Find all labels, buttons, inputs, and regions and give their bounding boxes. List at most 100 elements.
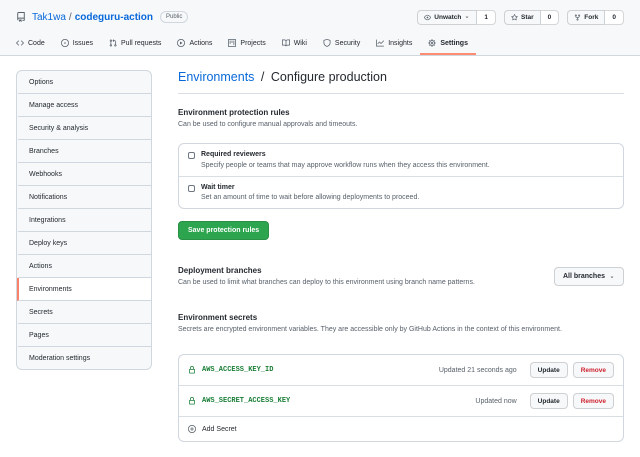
issue-opened-icon <box>61 39 69 47</box>
sidebar-item-moderation-settings[interactable]: Moderation settings <box>17 347 151 369</box>
tab-label: Security <box>335 40 360 47</box>
sidebar-item-branches[interactable]: Branches <box>17 140 151 163</box>
sidebar-item-secrets[interactable]: Secrets <box>17 301 151 324</box>
tab-issues[interactable]: Issues <box>53 32 101 55</box>
repo-actions: Unwatch 1 Star 0 Fork <box>417 10 624 25</box>
secret-updated-timestamp: Updated now <box>475 398 516 405</box>
repo-name-link[interactable]: codeguru-action <box>75 12 153 23</box>
deployment-branches-text: Deployment branches Can be used to limit… <box>178 266 475 287</box>
sidebar-item-pages[interactable]: Pages <box>17 324 151 347</box>
secret-row: AWS_ACCESS_KEY_ID Updated 21 seconds ago… <box>179 355 623 386</box>
plus-circle-icon <box>188 425 196 433</box>
fork-icon <box>574 14 581 21</box>
protection-rules-description: Can be used to configure manual approval… <box>178 120 624 129</box>
play-icon <box>177 39 185 47</box>
required-reviewers-row: Required reviewers Specify people or tea… <box>179 144 623 177</box>
add-secret-label: Add Secret <box>202 426 237 433</box>
repo-nav-tabs: Code Issues Pull requests Actions Projec… <box>0 32 640 55</box>
tab-label: Projects <box>240 40 265 47</box>
remove-secret-button[interactable]: Remove <box>573 362 614 378</box>
watch-count[interactable]: 1 <box>477 10 496 25</box>
sidebar-item-integrations[interactable]: Integrations <box>17 209 151 232</box>
fork-count[interactable]: 0 <box>605 10 624 25</box>
sidebar-item-options[interactable]: Options <box>17 71 151 94</box>
rule-description: Specify people or teams that may approve… <box>201 162 490 169</box>
protection-rules-section: Environment protection rules Can be used… <box>178 108 624 240</box>
all-branches-dropdown[interactable]: All branches <box>554 267 624 286</box>
protection-rules-title: Environment protection rules <box>178 108 624 117</box>
tab-insights[interactable]: Insights <box>368 32 420 55</box>
star-button-group: Star 0 <box>504 10 559 25</box>
lock-icon <box>188 366 196 374</box>
star-count[interactable]: 0 <box>541 10 560 25</box>
sidebar-item-environments[interactable]: Environments <box>17 278 151 301</box>
sidebar-item-manage-access[interactable]: Manage access <box>17 94 151 117</box>
graph-icon <box>376 39 384 47</box>
save-protection-rules-button[interactable]: Save protection rules <box>178 221 269 240</box>
deployment-branches-title: Deployment branches <box>178 266 475 275</box>
wait-timer-checkbox[interactable] <box>188 185 195 192</box>
watch-button-group: Unwatch 1 <box>417 10 496 25</box>
settings-main: Environments / Configure production Envi… <box>178 70 624 442</box>
tab-projects[interactable]: Projects <box>220 32 273 55</box>
tab-code[interactable]: Code <box>8 32 53 55</box>
tab-wiki[interactable]: Wiki <box>274 32 315 55</box>
tab-label: Code <box>28 40 45 47</box>
settings-sidebar: Options Manage access Security & analysi… <box>16 70 152 370</box>
star-label: Star <box>521 14 534 21</box>
unwatch-button[interactable]: Unwatch <box>417 10 477 25</box>
fork-button-group: Fork 0 <box>567 10 624 25</box>
environment-secrets-title: Environment secrets <box>178 313 624 322</box>
breadcrumb-separator: / <box>261 70 264 84</box>
triangle-down-icon <box>609 274 615 280</box>
environment-secrets-description: Secrets are encrypted environment variab… <box>178 325 624 334</box>
required-reviewers-checkbox[interactable] <box>188 152 195 159</box>
secret-name: AWS_SECRET_ACCESS_KEY <box>202 397 290 405</box>
sidebar-item-notifications[interactable]: Notifications <box>17 186 151 209</box>
git-pull-request-icon <box>109 39 117 47</box>
repo-header: Tak1wa / codeguru-action Public Unwatch … <box>0 0 640 56</box>
fork-button[interactable]: Fork <box>567 10 605 25</box>
add-secret-button[interactable]: Add Secret <box>179 417 623 441</box>
project-icon <box>228 39 236 47</box>
update-secret-button[interactable]: Update <box>530 393 568 409</box>
wait-timer-text: Wait timer Set an amount of time to wait… <box>201 184 419 202</box>
tab-label: Wiki <box>294 40 307 47</box>
environments-breadcrumb-link[interactable]: Environments <box>178 70 254 84</box>
tab-label: Actions <box>189 40 212 47</box>
deployment-branches-section: Deployment branches Can be used to limit… <box>178 266 624 287</box>
required-reviewers-text: Required reviewers Specify people or tea… <box>201 151 490 169</box>
secrets-list: AWS_ACCESS_KEY_ID Updated 21 seconds ago… <box>178 354 624 442</box>
repo-title: Tak1wa / codeguru-action <box>32 12 153 23</box>
sidebar-item-deploy-keys[interactable]: Deploy keys <box>17 232 151 255</box>
page-title-breadcrumb: Environments / Configure production <box>178 70 624 94</box>
remove-secret-button[interactable]: Remove <box>573 393 614 409</box>
sidebar-item-security-analysis[interactable]: Security & analysis <box>17 117 151 140</box>
gear-icon <box>428 39 436 47</box>
update-secret-button[interactable]: Update <box>530 362 568 378</box>
protection-rules-box: Required reviewers Specify people or tea… <box>178 143 624 209</box>
rule-label: Wait timer <box>201 184 419 191</box>
code-icon <box>16 39 24 47</box>
repo-title-row: Tak1wa / codeguru-action Public Unwatch … <box>0 7 640 27</box>
repo-title-separator: / <box>69 12 72 23</box>
repo-icon <box>16 12 26 22</box>
github-repo-settings-page: Tak1wa / codeguru-action Public Unwatch … <box>0 0 640 442</box>
repo-owner-link[interactable]: Tak1wa <box>32 12 66 23</box>
star-button[interactable]: Star <box>504 10 541 25</box>
sidebar-item-webhooks[interactable]: Webhooks <box>17 163 151 186</box>
tab-pull-requests[interactable]: Pull requests <box>101 32 169 55</box>
tab-label: Insights <box>388 40 412 47</box>
tab-security[interactable]: Security <box>315 32 368 55</box>
triangle-down-icon <box>464 14 470 20</box>
book-icon <box>282 39 290 47</box>
eye-icon <box>424 14 431 21</box>
shield-icon <box>323 39 331 47</box>
tab-actions[interactable]: Actions <box>169 32 220 55</box>
tab-settings[interactable]: Settings <box>420 32 476 55</box>
content-area: Options Manage access Security & analysi… <box>0 56 640 442</box>
tab-label: Pull requests <box>121 40 161 47</box>
secret-row: AWS_SECRET_ACCESS_KEY Updated now Update… <box>179 386 623 417</box>
sidebar-item-actions[interactable]: Actions <box>17 255 151 278</box>
environment-secrets-section: Environment secrets Secrets are encrypte… <box>178 313 624 442</box>
